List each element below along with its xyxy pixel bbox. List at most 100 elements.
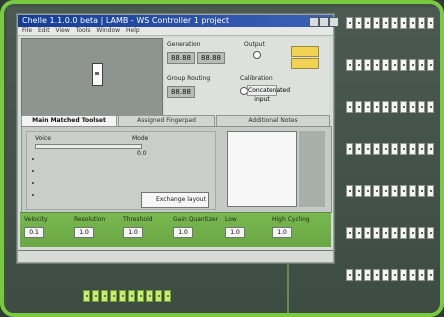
- low-label: Low: [225, 216, 237, 223]
- routing-readout: 88.88: [167, 86, 195, 98]
- pin-row-2: [346, 59, 440, 71]
- pin-icon: [427, 101, 434, 113]
- velocity-field[interactable]: 0.1: [24, 227, 44, 238]
- menu-bar: File Edit View Tools Window Help: [18, 27, 333, 36]
- window-footer: [18, 250, 333, 251]
- control-panel: Generation Output 88.88 88.88 Group Rout…: [165, 38, 329, 116]
- key-icon: [92, 63, 103, 86]
- bottom-pin-row: [83, 290, 179, 302]
- resolution-field[interactable]: 1.0: [74, 227, 94, 238]
- pin-icon: [364, 17, 371, 29]
- pin-icon: [364, 269, 371, 281]
- voice-slider[interactable]: [35, 144, 142, 149]
- pin-icon: [355, 227, 362, 239]
- pin-icon: [409, 17, 416, 29]
- maximize-icon[interactable]: [319, 17, 329, 27]
- menu-tools[interactable]: Tools: [76, 27, 91, 34]
- pin-icon: [373, 227, 380, 239]
- graph-area: [227, 131, 297, 207]
- tick-2: [32, 170, 34, 172]
- tick-1: [32, 158, 34, 160]
- calibration-label: Calibration: [240, 75, 273, 82]
- yellow-button-2[interactable]: [291, 58, 319, 69]
- gain-quantizer-field[interactable]: 1.0: [173, 227, 193, 238]
- bottom-pin-icon: [164, 290, 171, 302]
- pin-icon: [391, 17, 398, 29]
- pin-icon: [346, 269, 353, 281]
- pin-row-5: [346, 185, 440, 197]
- pin-icon: [418, 101, 425, 113]
- digit-readout-a: 88.88: [167, 52, 195, 64]
- pin-icon: [427, 185, 434, 197]
- pin-icon: [400, 17, 407, 29]
- graph-scrollbar[interactable]: [299, 131, 325, 207]
- pin-icon: [400, 143, 407, 155]
- pin-icon: [427, 269, 434, 281]
- threshold-label: Threshold: [123, 216, 153, 223]
- pin-icon: [364, 227, 371, 239]
- calibration-option[interactable]: Concatenated input: [247, 85, 290, 103]
- tab-row: Main Matched Toolset Assigned Fingerpad …: [18, 115, 333, 127]
- pin-icon: [382, 101, 389, 113]
- high-cycling-field[interactable]: 1.0: [272, 227, 292, 238]
- toggle-icon[interactable]: [253, 51, 261, 59]
- preview-panel: [21, 38, 163, 116]
- routing-label: Group Routing: [167, 75, 211, 82]
- pin-icon: [391, 185, 398, 197]
- menu-view[interactable]: View: [56, 27, 70, 34]
- window-titlebar: Chelle 1.1.0.0 beta | LAMB - WS Controll…: [18, 15, 339, 27]
- pin-icon: [391, 227, 398, 239]
- pin-icon: [418, 17, 425, 29]
- pin-icon: [355, 59, 362, 71]
- pin-icon: [400, 269, 407, 281]
- threshold-field[interactable]: 1.0: [123, 227, 143, 238]
- pin-icon: [427, 17, 434, 29]
- pin-icon: [409, 269, 416, 281]
- pin-icon: [427, 59, 434, 71]
- pin-row-4: [346, 143, 440, 155]
- velocity-label: Velocity: [24, 216, 48, 223]
- close-icon[interactable]: [329, 17, 339, 27]
- pin-icon: [373, 185, 380, 197]
- pin-icon: [373, 17, 380, 29]
- pin-icon: [409, 143, 416, 155]
- pin-icon: [364, 143, 371, 155]
- pin-icon: [355, 17, 362, 29]
- pin-icon: [427, 227, 434, 239]
- pin-icon: [400, 185, 407, 197]
- pin-icon: [373, 143, 380, 155]
- pin-row-6: [346, 227, 440, 239]
- bottom-pin-icon: [110, 290, 117, 302]
- pin-icon: [409, 101, 416, 113]
- pin-icon: [409, 59, 416, 71]
- pin-icon: [346, 227, 353, 239]
- gain-quantizer-label: Gain Quantizer: [173, 216, 219, 223]
- pin-icon: [364, 101, 371, 113]
- pin-row-7: [346, 269, 440, 281]
- low-field[interactable]: 1.0: [225, 227, 245, 238]
- pin-icon: [373, 59, 380, 71]
- voice-label: Voice: [35, 135, 51, 142]
- menu-help[interactable]: Help: [126, 27, 140, 34]
- pin-icon: [418, 185, 425, 197]
- pin-icon: [382, 59, 389, 71]
- minimize-icon[interactable]: [309, 17, 319, 27]
- exchange-layout-field[interactable]: Exchange layout: [141, 192, 209, 208]
- menu-file[interactable]: File: [22, 27, 32, 34]
- pin-icon: [355, 101, 362, 113]
- application-window: Chelle 1.1.0.0 beta | LAMB - WS Controll…: [17, 14, 339, 263]
- mode-label: Mode: [132, 135, 149, 142]
- pin-icon: [391, 101, 398, 113]
- pin-icon: [346, 101, 353, 113]
- menu-edit[interactable]: Edit: [38, 27, 50, 34]
- pin-icon: [382, 269, 389, 281]
- pin-icon: [400, 101, 407, 113]
- pin-icon: [346, 143, 353, 155]
- menu-window[interactable]: Window: [96, 27, 120, 34]
- pin-icon: [346, 59, 353, 71]
- yellow-button-1[interactable]: [291, 46, 319, 57]
- outer-frame: Chelle 1.1.0.0 beta | LAMB - WS Controll…: [0, 0, 444, 317]
- bottom-pin-icon: [137, 290, 144, 302]
- pin-icon: [382, 143, 389, 155]
- pin-icon: [364, 185, 371, 197]
